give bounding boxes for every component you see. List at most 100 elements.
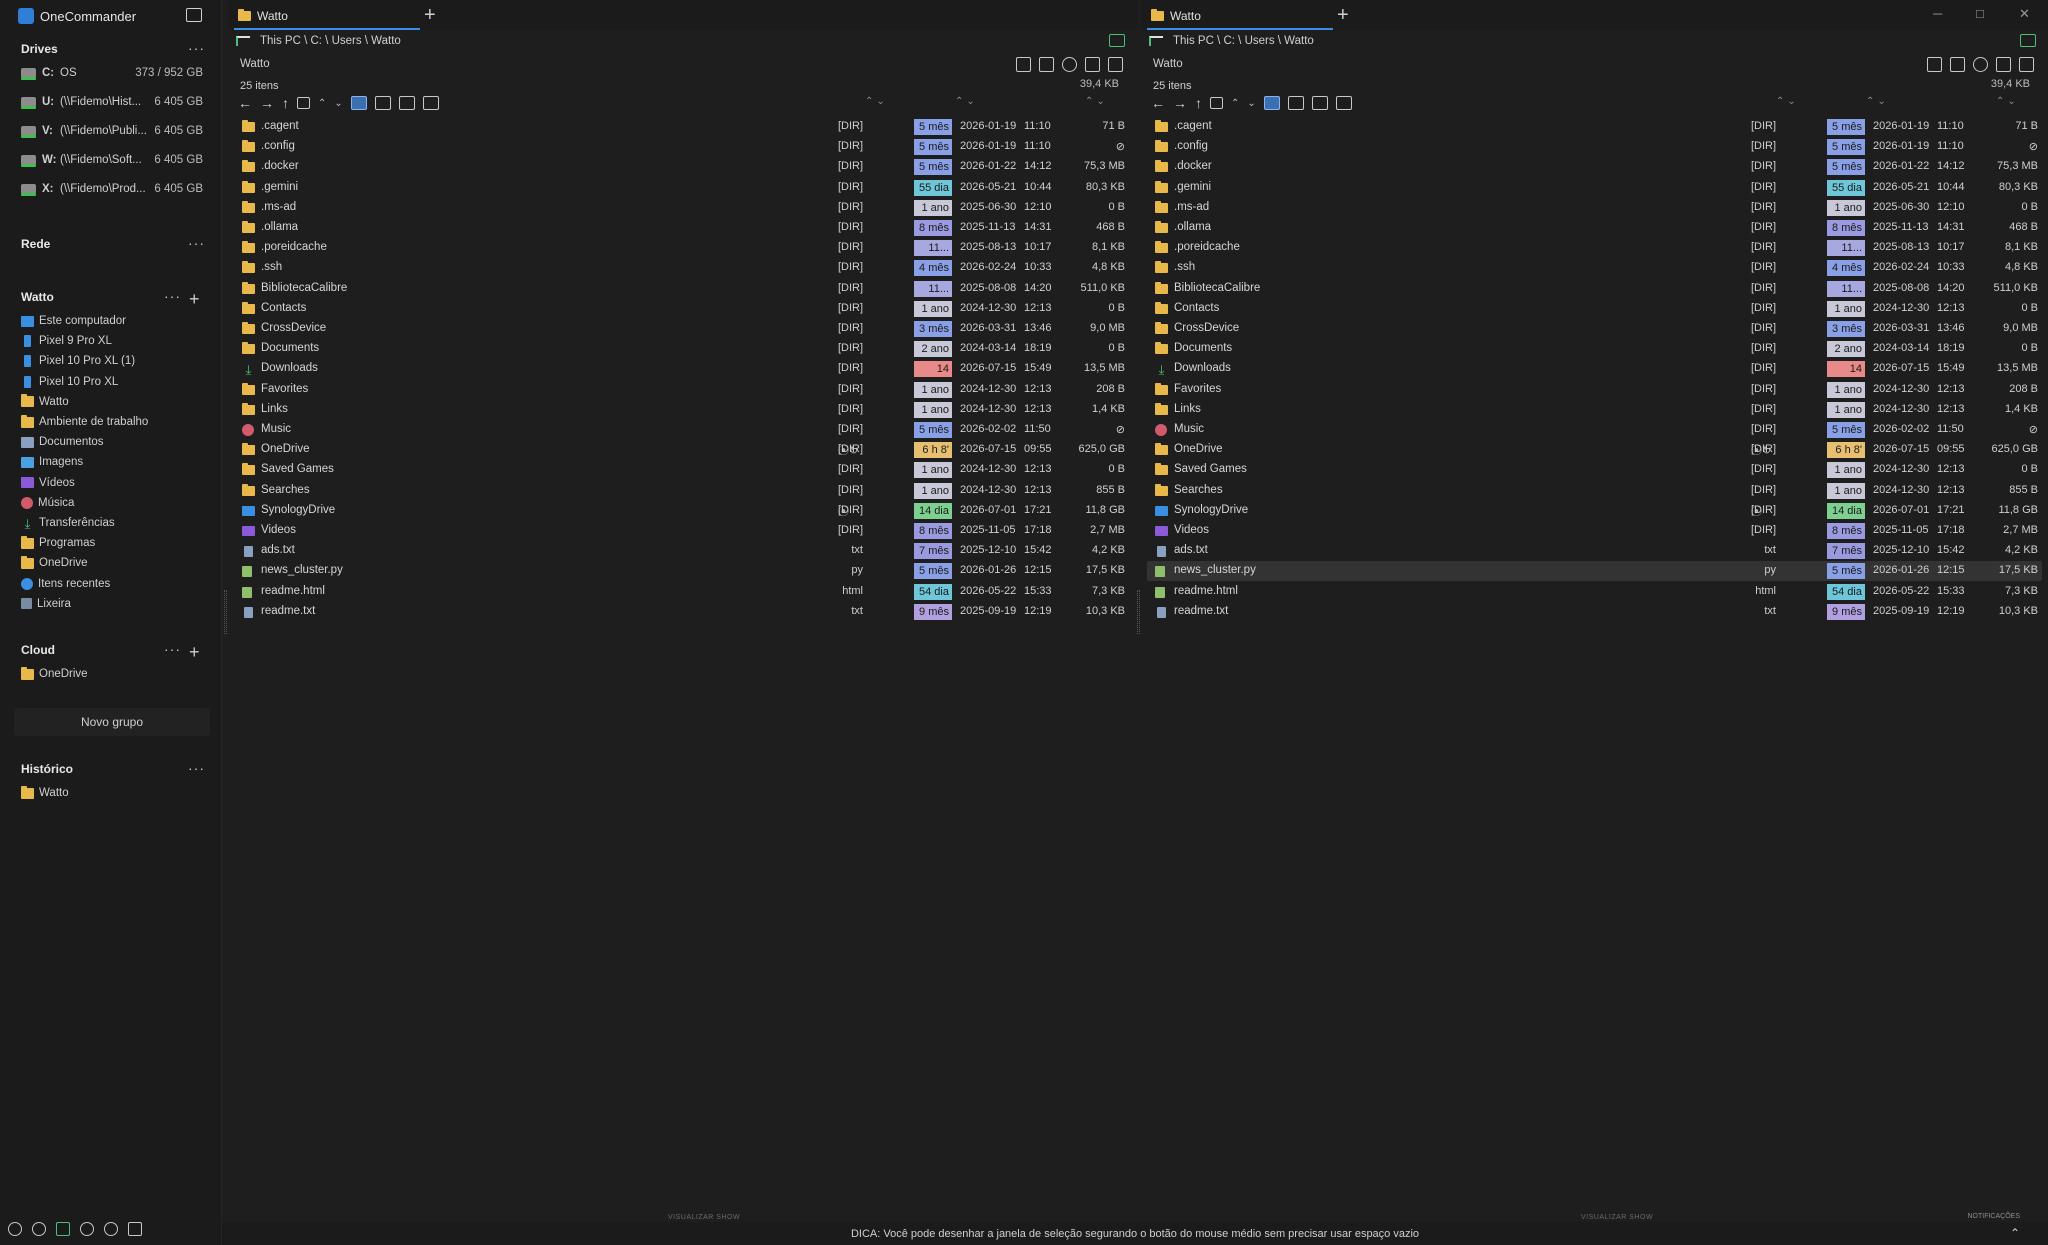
file-row[interactable]: .ms-ad [DIR] 1 ano 2025-06-30 12:10 0 B — [234, 198, 1131, 218]
file-row[interactable]: readme.html html 54 dia 2026-05-22 15:33 7,3 … — [1147, 582, 2042, 602]
file-row[interactable]: .cagent [DIR] 5 mês 2026-01-19 11:10 71 B — [234, 117, 1131, 137]
file-row[interactable]: Favorites [DIR] 1 ano 2024-12-30 12:13 208 B — [1147, 380, 2042, 400]
network-menu-icon[interactable]: ··· — [188, 235, 205, 251]
sidebar-item-programas[interactable]: Programas — [21, 533, 95, 553]
info-icon[interactable] — [32, 1222, 46, 1236]
file-row[interactable]: Links [DIR] 1 ano 2024-12-30 12:13 1,4 KB — [1147, 400, 2042, 420]
file-row[interactable]: OneDrive ⦿↻ [DIR] 6 h 8' 2026-07-15 09:55 625,… — [1147, 440, 2042, 460]
file-row[interactable]: readme.txt txt 9 mês 2025-09-19 12:19 10,3 KB — [1147, 602, 2042, 622]
file-row[interactable]: .ssh [DIR] 4 mês 2026-02-24 10:33 4,8 KB — [1147, 258, 2042, 278]
sidebar-item-pixel-10-pro-xl-1-[interactable]: Pixel 10 Pro XL (1) — [21, 351, 135, 371]
sidebar-item-v-deos[interactable]: Vídeos — [21, 473, 75, 493]
sidebar-item-itens-recentes[interactable]: Itens recentes — [21, 574, 110, 594]
file-row[interactable]: Documents [DIR] 2 ano 2024-03-14 18:19 0 B — [1147, 339, 2042, 359]
file-row[interactable]: .ms-ad [DIR] 1 ano 2025-06-30 12:10 0 B — [1147, 198, 2042, 218]
sidebar-item-lixeira[interactable]: Lixeira — [21, 594, 71, 614]
file-row[interactable]: Videos [DIR] 8 mês 2025-11-05 17:18 2,7 MB — [234, 521, 1131, 541]
file-row[interactable]: readme.txt txt 9 mês 2025-09-19 12:19 10,3 KB — [234, 602, 1131, 622]
chevron-down-icon[interactable]: ⌄ — [334, 98, 342, 109]
forward-icon[interactable]: → — [1173, 95, 1187, 111]
file-row[interactable]: BibliotecaCalibre [DIR] 11... 2025-08-08 14:… — [1147, 279, 2042, 299]
sort-icon[interactable] — [1927, 57, 1942, 72]
panel-toggle-icon[interactable] — [1109, 34, 1125, 47]
new-window-icon[interactable] — [186, 8, 202, 22]
grid-view-icon[interactable] — [422, 96, 439, 110]
grid-view-icon[interactable] — [1335, 96, 1352, 110]
sort-date-icon[interactable]: ⌃⌄ — [1866, 96, 1889, 107]
sidebar-item-m-sica[interactable]: Música — [21, 493, 74, 513]
sort-ext-icon[interactable]: ⌃⌄ — [1776, 96, 1799, 107]
chevron-up-icon[interactable]: ⌃ — [2010, 1226, 2020, 1240]
file-row[interactable]: OneDrive ⦿↻ [DIR] 6 h 8' 2026-07-15 09:55 625,… — [234, 440, 1131, 460]
file-row[interactable]: Searches [DIR] 1 ano 2024-12-30 12:13 855 B — [234, 481, 1131, 501]
file-row[interactable]: Favorites [DIR] 1 ano 2024-12-30 12:13 208 B — [234, 380, 1131, 400]
new-group-button[interactable]: Novo grupo — [14, 708, 210, 736]
sidebar-item-imagens[interactable]: Imagens — [21, 452, 83, 472]
file-row[interactable]: ⤓ Downloads [DIR] 14 2026-07-15 15:49 13,5 MB — [1147, 359, 2042, 379]
preview-toggle[interactable]: VISUALIZAR SHOW — [1581, 1214, 1653, 1221]
sidebar-item-documentos[interactable]: Documentos — [21, 432, 104, 452]
chat-icon[interactable] — [128, 1222, 142, 1236]
group-menu-icon[interactable]: ··· — [164, 288, 181, 304]
drive-item[interactable]: W: (\\Fidemo\Soft... 6 405 GB — [21, 150, 203, 170]
file-row[interactable]: .ssh [DIR] 4 mês 2026-02-24 10:33 4,8 KB — [234, 258, 1131, 278]
sort-size-icon[interactable]: ⌃⌄ — [1085, 96, 1108, 107]
file-row[interactable]: .config [DIR] 5 mês 2026-01-19 11:10 ⊘ — [234, 137, 1131, 157]
drive-item[interactable]: X: (\\Fidemo\Prod... 6 405 GB — [21, 179, 203, 199]
chevron-up-icon[interactable]: ⌃ — [318, 98, 326, 109]
chevron-up-icon[interactable]: ⌃ — [1231, 98, 1239, 109]
file-row[interactable]: .docker [DIR] 5 mês 2026-01-22 14:12 75,3 MB — [234, 157, 1131, 177]
add-tab-button[interactable]: + — [1337, 4, 1349, 27]
close-button[interactable]: ✕ — [2019, 6, 2030, 22]
details-view-icon[interactable] — [1263, 96, 1280, 110]
list-options-icon[interactable] — [1950, 57, 1965, 72]
lightning-icon[interactable] — [1108, 57, 1123, 72]
drive-item[interactable]: V: (\\Fidemo\Publi... 6 405 GB — [21, 121, 203, 141]
history-menu-icon[interactable]: ··· — [188, 760, 205, 776]
file-row[interactable]: .ollama [DIR] 8 mês 2025-11-13 14:31 468 B — [234, 218, 1131, 238]
file-row[interactable]: news_cluster.py py 5 mês 2026-01-26 12:15 17,… — [234, 561, 1131, 581]
maximize-button[interactable]: □ — [1976, 6, 1984, 21]
file-row[interactable]: .docker [DIR] 5 mês 2026-01-22 14:12 75,3 MB — [1147, 157, 2042, 177]
calendar-icon[interactable] — [297, 97, 310, 109]
chevron-down-icon[interactable]: ⌄ — [1247, 98, 1255, 109]
file-row[interactable]: SynologyDrive ⦿ [DIR] 14 dia 2026-07-01 17:21… — [234, 501, 1131, 521]
file-row[interactable]: Saved Games [DIR] 1 ano 2024-12-30 12:13 0 B — [234, 460, 1131, 480]
file-row[interactable]: Videos [DIR] 8 mês 2025-11-05 17:18 2,7 MB — [1147, 521, 2042, 541]
back-icon[interactable]: ← — [1151, 95, 1165, 111]
sidebar-item-transfer-ncias[interactable]: ⤓ Transferências — [21, 513, 115, 533]
tab-watto[interactable]: Watto — [1143, 4, 1333, 28]
file-row[interactable]: ads.txt txt 7 mês 2025-12-10 15:42 4,2 KB — [234, 541, 1131, 561]
account-icon[interactable] — [104, 1222, 118, 1236]
file-row[interactable]: BibliotecaCalibre [DIR] 11... 2025-08-08 14:… — [234, 279, 1131, 299]
search-icon[interactable] — [80, 1222, 94, 1236]
sidebar-item-history-watto[interactable]: Watto — [21, 783, 69, 803]
file-row[interactable]: .ollama [DIR] 8 mês 2025-11-13 14:31 468 B — [1147, 218, 2042, 238]
file-row[interactable]: Music [DIR] 5 mês 2026-02-02 11:50 ⊘ — [234, 420, 1131, 440]
file-row[interactable]: Contacts [DIR] 1 ano 2024-12-30 12:13 0 B — [1147, 299, 2042, 319]
up-icon[interactable]: ↑ — [282, 95, 289, 111]
sort-ext-icon[interactable]: ⌃⌄ — [865, 96, 888, 107]
minimize-button[interactable]: ─ — [1933, 6, 1942, 21]
sidebar-item-pixel-9-pro-xl[interactable]: Pixel 9 Pro XL — [21, 331, 112, 351]
file-row[interactable]: Music [DIR] 5 mês 2026-02-02 11:50 ⊘ — [1147, 420, 2042, 440]
add-tab-button[interactable]: + — [424, 4, 436, 27]
sort-size-icon[interactable]: ⌃⌄ — [1996, 96, 2019, 107]
preview-toggle[interactable]: VISUALIZAR SHOW — [668, 1214, 740, 1221]
back-icon[interactable]: ← — [238, 95, 252, 111]
file-row[interactable]: .poreidcache [DIR] 11... 2025-08-13 10:17 8,1… — [234, 238, 1131, 258]
sidebar-item-ambiente-de-trabalho[interactable]: Ambiente de trabalho — [21, 412, 148, 432]
clipboard-icon[interactable] — [1996, 57, 2011, 72]
file-row[interactable]: .config [DIR] 5 mês 2026-01-19 11:10 ⊘ — [1147, 137, 2042, 157]
file-row[interactable]: .gemini [DIR] 55 dia 2026-05-21 10:44 80,3 KB — [1147, 178, 2042, 198]
notifications-label[interactable]: NOTIFICAÇÕES — [1967, 1213, 2020, 1220]
list-view-icon[interactable] — [398, 96, 415, 110]
sidebar-item-este-computador[interactable]: Este computador — [21, 311, 126, 331]
drive-item[interactable]: C: OS 373 / 952 GB — [21, 63, 203, 83]
clipboard-icon[interactable] — [1085, 57, 1100, 72]
file-row[interactable]: Searches [DIR] 1 ano 2024-12-30 12:13 855 B — [1147, 481, 2042, 501]
drives-menu-icon[interactable]: ··· — [188, 40, 205, 56]
file-row[interactable]: .cagent [DIR] 5 mês 2026-01-19 11:10 71 B — [1147, 117, 2042, 137]
cloud-menu-icon[interactable]: ··· — [164, 641, 181, 657]
file-row[interactable]: readme.html html 54 dia 2026-05-22 15:33 7,3 … — [234, 582, 1131, 602]
